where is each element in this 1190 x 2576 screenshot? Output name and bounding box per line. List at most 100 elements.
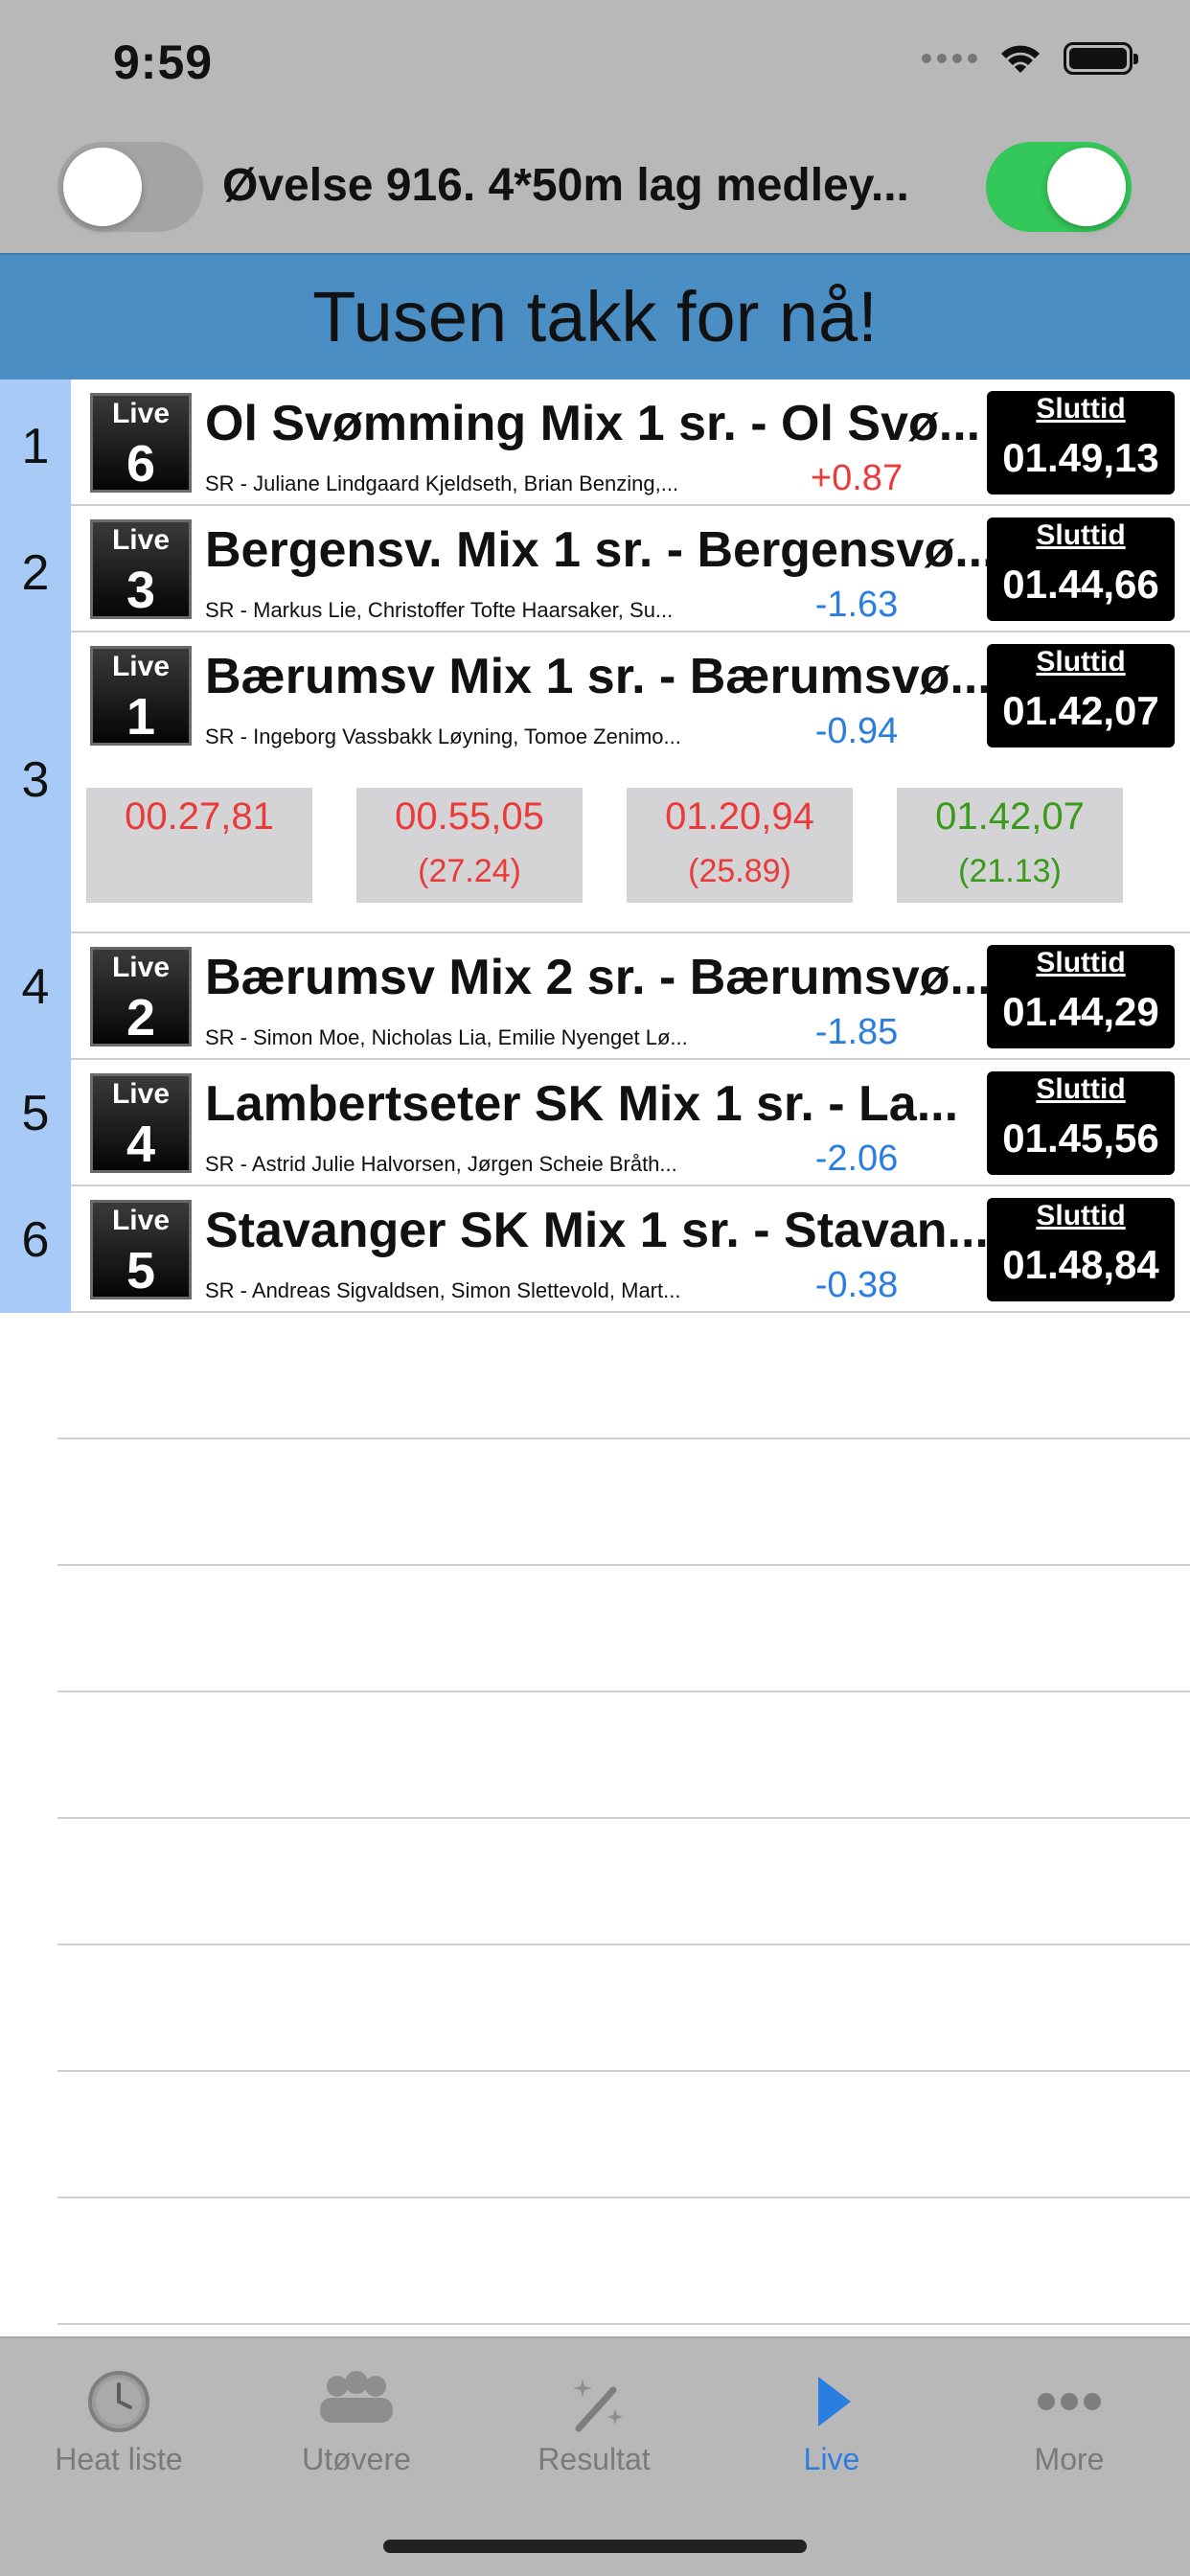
final-time: 01.44,66 [1002, 562, 1159, 607]
lane-number: 2 [126, 989, 156, 1046]
swimmer-names: SR - Andreas Sigvaldsen, Simon Slettevol… [205, 1278, 681, 1302]
list-separator [57, 2196, 1190, 2198]
rank-number: 3 [21, 752, 50, 808]
rank-number: 4 [21, 959, 50, 1015]
table-row[interactable]: Live 3 Bergensv. Mix 1 sr. - Bergensvø..… [71, 506, 1190, 632]
tab-resultat[interactable]: Resultat [475, 2338, 713, 2511]
live-lane-badge: Live 2 [90, 947, 192, 1046]
message-banner: Tusen takk for nå! [0, 253, 1190, 380]
split-time: 01.20,94 [665, 795, 814, 838]
list-separator [57, 2323, 1190, 2325]
final-time-badge: Sluttid 01.48,84 [987, 1198, 1175, 1301]
live-lane-badge: Live 3 [90, 519, 192, 619]
battery-icon [1064, 42, 1138, 75]
final-time: 01.48,84 [1002, 1242, 1159, 1287]
team-name: Ol Svømming Mix 1 sr. - Ol Svø... [205, 396, 981, 451]
tab-label: Live [803, 2442, 860, 2476]
lane-number: 3 [126, 562, 156, 619]
split-delta: (21.13) [958, 853, 1062, 889]
group-icon [320, 2371, 393, 2423]
swimmer-names: SR - Astrid Julie Halvorsen, Jørgen Sche… [205, 1152, 677, 1176]
final-label: Sluttid [1036, 947, 1126, 978]
rank-number: 1 [21, 419, 50, 474]
final-time: 01.44,29 [1002, 989, 1159, 1034]
live-label: Live [111, 398, 171, 429]
final-time: 01.42,07 [1002, 688, 1159, 733]
rank-column: 1 2 3 4 5 6 [0, 380, 71, 1313]
live-label: Live [111, 1205, 171, 1236]
swimmer-names: SR - Markus Lie, Christoffer Tofte Haars… [205, 598, 674, 622]
final-label: Sluttid [1036, 1073, 1126, 1105]
table-row[interactable]: Live 5 Stavanger SK Mix 1 sr. - Stavan..… [71, 1186, 1190, 1313]
status-time: 9:59 [113, 35, 214, 89]
time-difference: +0.87 [810, 458, 904, 498]
live-label: Live [111, 1078, 171, 1110]
tab-heat-liste[interactable]: Heat liste [0, 2338, 238, 2511]
split-time-box: 01.42,07 (21.13) [897, 788, 1123, 903]
magic-wand-icon [573, 2379, 623, 2432]
time-difference: -1.63 [814, 585, 899, 625]
live-label: Live [111, 651, 171, 682]
cellular-signal-icon [922, 54, 977, 63]
split-time-box: 01.20,94 (25.89) [627, 788, 853, 903]
list-separator [57, 1438, 1190, 1439]
swimmer-names: SR - Ingeborg Vassbakk Løyning, Tomoe Ze… [205, 724, 681, 748]
left-toggle-switch[interactable] [57, 142, 203, 232]
tab-more[interactable]: More [950, 2338, 1188, 2511]
right-toggle-switch[interactable] [986, 142, 1132, 232]
split-time-box: 00.27,81 [86, 788, 312, 903]
final-label: Sluttid [1036, 393, 1126, 425]
tab-label: Utøvere [302, 2442, 411, 2476]
team-name: Bergensv. Mix 1 sr. - Bergensvø... [205, 522, 996, 578]
rank-number: 5 [21, 1086, 50, 1141]
time-difference: -0.38 [814, 1265, 899, 1305]
final-time-badge: Sluttid 01.49,13 [987, 391, 1175, 494]
team-name: Stavanger SK Mix 1 sr. - Stavan... [205, 1203, 989, 1258]
clock-icon [88, 2371, 149, 2432]
event-title: Øvelse 916. 4*50m lag medley... [222, 160, 909, 211]
table-row[interactable]: Live 4 Lambertseter SK Mix 1 sr. - La...… [71, 1060, 1190, 1186]
home-indicator [383, 2540, 807, 2553]
lane-number: 5 [126, 1242, 156, 1300]
banner-text: Tusen takk for nå! [312, 277, 878, 356]
swimmer-names: SR - Simon Moe, Nicholas Lia, Emilie Nye… [205, 1025, 688, 1049]
play-icon [818, 2377, 851, 2426]
split-time: 00.27,81 [125, 795, 274, 838]
lane-number: 4 [126, 1116, 156, 1173]
list-separator [57, 1564, 1190, 1566]
status-icons [922, 42, 1138, 75]
tab-label: More [1034, 2442, 1105, 2476]
final-label: Sluttid [1036, 1200, 1126, 1231]
split-delta: (27.24) [418, 853, 521, 889]
more-icon [1038, 2393, 1101, 2410]
live-lane-badge: Live 1 [90, 646, 192, 746]
list-separator [57, 1690, 1190, 1692]
split-time: 00.55,05 [395, 795, 544, 838]
time-difference: -1.85 [814, 1012, 899, 1052]
final-time-badge: Sluttid 01.44,29 [987, 945, 1175, 1048]
final-label: Sluttid [1036, 519, 1126, 551]
team-name: Lambertseter SK Mix 1 sr. - La... [205, 1076, 959, 1132]
tab-label: Heat liste [55, 2442, 183, 2476]
live-label: Live [111, 952, 171, 983]
tab-live[interactable]: Live [713, 2338, 950, 2511]
table-row[interactable]: Live 6 Ol Svømming Mix 1 sr. - Ol Svø...… [71, 380, 1190, 506]
live-lane-badge: Live 4 [90, 1073, 192, 1173]
table-row[interactable]: Live 2 Bærumsv Mix 2 sr. - Bærumsvø... S… [71, 933, 1190, 1060]
tab-label: Resultat [538, 2442, 651, 2476]
list-separator [57, 1944, 1190, 1945]
final-time-badge: Sluttid 01.44,66 [987, 518, 1175, 621]
live-label: Live [111, 524, 171, 556]
split-time: 01.42,07 [935, 795, 1085, 838]
list-separator [57, 2070, 1190, 2072]
team-name: Bærumsv Mix 1 sr. - Bærumsvø... [205, 649, 992, 704]
time-difference: -2.06 [814, 1138, 899, 1179]
final-time-badge: Sluttid 01.42,07 [987, 644, 1175, 748]
lane-number: 6 [126, 435, 156, 493]
tab-utovere[interactable]: Utøvere [238, 2338, 475, 2511]
live-lane-badge: Live 6 [90, 393, 192, 493]
final-time: 01.45,56 [1002, 1116, 1159, 1161]
split-time-box: 00.55,05 (27.24) [356, 788, 583, 903]
header-area: 9:59 Øvelse 916. 4*50m lag medley... [0, 0, 1190, 253]
table-row-expanded[interactable]: Live 1 Bærumsv Mix 1 sr. - Bærumsvø... S… [71, 632, 1190, 759]
